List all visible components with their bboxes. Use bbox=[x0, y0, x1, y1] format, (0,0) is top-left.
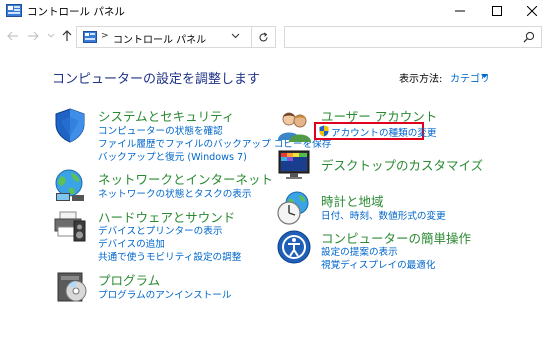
close-icon bbox=[527, 6, 537, 16]
minimize-icon bbox=[455, 10, 465, 12]
uac-shield-icon bbox=[319, 125, 329, 137]
navigation-bar: > コントロール パネル bbox=[0, 24, 550, 50]
minimize-button[interactable] bbox=[442, 0, 478, 22]
control-panel-window: コントロール パネル > コントロール パネル コンピューターの設定を調整します… bbox=[0, 0, 550, 337]
up-button[interactable] bbox=[60, 29, 74, 43]
view-by-label: 表示方法: bbox=[399, 74, 443, 85]
view-by-caret-icon[interactable] bbox=[481, 74, 488, 79]
refresh-button[interactable] bbox=[251, 26, 276, 48]
link-mobility-settings[interactable]: 共通で使うモビリティ設定の調整 bbox=[98, 249, 241, 263]
link-devices-printers[interactable]: デバイスとプリンターの表示 bbox=[98, 223, 222, 237]
link-uninstall-program[interactable]: プログラムのアンインストール bbox=[98, 287, 231, 301]
back-button[interactable] bbox=[6, 29, 20, 43]
forward-arrow-icon bbox=[28, 31, 39, 41]
control-panel-app-icon bbox=[6, 4, 22, 17]
window-title: コントロール パネル bbox=[27, 6, 125, 18]
title-bar: コントロール パネル bbox=[0, 0, 550, 22]
users-icon[interactable] bbox=[276, 108, 312, 144]
link-backup-restore[interactable]: バックアップと復元 (Windows 7) bbox=[98, 149, 247, 163]
back-arrow-icon bbox=[7, 31, 18, 41]
forward-button[interactable] bbox=[26, 29, 40, 43]
category-appearance-personalization[interactable]: デスクトップのカスタマイズ bbox=[321, 155, 483, 174]
control-panel-small-icon bbox=[83, 31, 97, 43]
breadcrumb[interactable]: コントロール パネル bbox=[113, 31, 206, 46]
printer-speaker-icon[interactable] bbox=[52, 208, 88, 244]
breadcrumb-separator[interactable]: > bbox=[101, 31, 109, 41]
refresh-icon bbox=[259, 32, 268, 41]
chevron-down-icon bbox=[47, 33, 55, 38]
programs-disc-icon[interactable] bbox=[54, 268, 90, 304]
link-optimize-visual-display[interactable]: 視覚ディスプレイの最適化 bbox=[321, 257, 435, 271]
search-input[interactable] bbox=[284, 26, 542, 48]
link-date-time-format[interactable]: 日付、時刻、数値形式の変更 bbox=[321, 208, 446, 222]
link-add-device[interactable]: デバイスの追加 bbox=[98, 236, 165, 250]
shield-icon[interactable] bbox=[52, 107, 88, 143]
search-icon[interactable] bbox=[523, 31, 535, 43]
maximize-button[interactable] bbox=[479, 0, 515, 22]
link-change-account-type[interactable]: アカウントの種類の変更 bbox=[331, 125, 437, 139]
link-suggested-settings[interactable]: 設定の提案の表示 bbox=[321, 244, 398, 258]
clock-globe-icon[interactable] bbox=[276, 190, 312, 226]
globe-network-icon[interactable] bbox=[52, 167, 88, 203]
maximize-icon bbox=[492, 6, 502, 16]
page-title: コンピューターの設定を調整します bbox=[52, 72, 261, 87]
link-network-status-tasks[interactable]: ネットワークの状態とタスクの表示 bbox=[98, 186, 252, 200]
close-button[interactable] bbox=[514, 0, 550, 22]
address-dropdown-icon[interactable] bbox=[231, 33, 240, 39]
recent-locations-button[interactable] bbox=[44, 29, 58, 43]
up-arrow-icon bbox=[62, 30, 72, 41]
display-palette-icon[interactable] bbox=[276, 146, 312, 182]
ease-of-access-icon[interactable] bbox=[276, 229, 312, 265]
link-check-computer-status[interactable]: コンピューターの状態を確認 bbox=[98, 123, 223, 137]
address-bar[interactable]: > コントロール パネル bbox=[76, 26, 276, 48]
